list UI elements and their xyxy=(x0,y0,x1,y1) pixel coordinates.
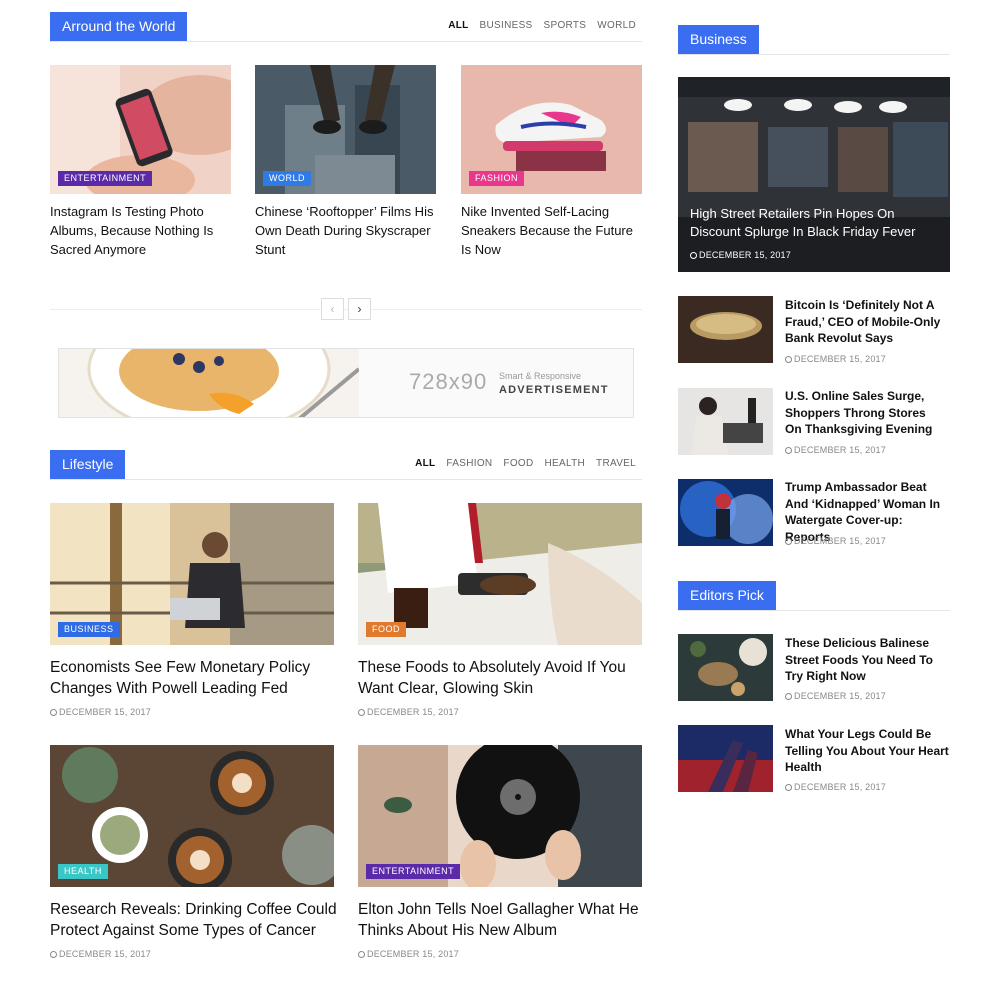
divider xyxy=(50,309,642,310)
article-title[interactable]: Nike Invented Self-Lacing Sneakers Becau… xyxy=(461,202,642,259)
pancake-photo xyxy=(59,349,359,417)
article-date: DECEMBER 15, 2017 xyxy=(358,949,459,959)
clock-icon xyxy=(358,951,365,958)
clock-icon xyxy=(785,693,792,700)
article-title[interactable]: Economists See Few Monetary Policy Chang… xyxy=(50,657,334,699)
category-badge[interactable]: BUSINESS xyxy=(58,622,120,637)
tab-all[interactable]: ALL xyxy=(448,20,468,31)
article-title[interactable]: These Foods to Absolutely Avoid If You W… xyxy=(358,657,648,699)
article-date: DECEMBER 15, 2017 xyxy=(785,691,886,701)
article-thumbnail[interactable]: BUSINESS xyxy=(50,503,334,645)
article-thumbnail[interactable]: HEALTH xyxy=(50,745,334,887)
section-title: Editors Pick xyxy=(678,581,776,610)
filter-tabs: ALL FASHION FOOD HEALTH TRAVEL xyxy=(415,458,636,469)
article-title[interactable]: Research Reveals: Drinking Coffee Could … xyxy=(50,899,340,941)
carousel-pager: ‹ › xyxy=(50,298,642,320)
tab-sports[interactable]: SPORTS xyxy=(544,20,587,31)
tab-travel[interactable]: TRAVEL xyxy=(596,458,636,469)
filter-tabs: ALL BUSINESS SPORTS WORLD xyxy=(448,20,636,31)
article-thumbnail[interactable] xyxy=(678,479,773,546)
article-title[interactable]: Chinese ‘Rooftopper’ Films His Own Death… xyxy=(255,202,436,259)
article-date: DECEMBER 15, 2017 xyxy=(785,354,886,364)
category-badge[interactable]: FOOD xyxy=(366,622,406,637)
ad-label: ADVERTISEMENT xyxy=(499,384,609,396)
legs-photo xyxy=(678,725,773,792)
section-header-lifestyle: Lifestyle ALL FASHION FOOD HEALTH TRAVEL xyxy=(50,450,642,480)
article-thumbnail[interactable]: ENTERTAINMENT xyxy=(358,745,642,887)
clock-icon xyxy=(50,709,57,716)
advertisement-banner[interactable]: 728x90 Smart & Responsive ADVERTISEMENT xyxy=(58,348,634,418)
section-header-around: Arround the World ALL BUSINESS SPORTS WO… xyxy=(50,12,642,42)
category-badge[interactable]: ENTERTAINMENT xyxy=(58,171,153,186)
section-title: Arround the World xyxy=(50,12,188,41)
article-title[interactable]: Bitcoin Is ‘Definitely Not A Fraud,’ CEO… xyxy=(785,297,945,347)
section-header-editors: Editors Pick xyxy=(678,581,950,611)
tab-business[interactable]: BUSINESS xyxy=(480,20,533,31)
section-header-business: Business xyxy=(678,25,950,55)
clock-icon xyxy=(50,951,57,958)
tab-fashion[interactable]: FASHION xyxy=(446,458,492,469)
shopper-photo xyxy=(678,388,773,455)
article-date: DECEMBER 15, 2017 xyxy=(690,250,791,260)
section-title: Business xyxy=(678,25,759,54)
clock-icon xyxy=(785,447,792,454)
article-date: DECEMBER 15, 2017 xyxy=(785,445,886,455)
category-badge[interactable]: WORLD xyxy=(263,171,311,186)
tab-world[interactable]: WORLD xyxy=(597,20,636,31)
category-badge[interactable]: HEALTH xyxy=(58,864,108,879)
clothing-store-photo xyxy=(678,77,950,272)
featured-article[interactable]: High Street Retailers Pin Hopes On Disco… xyxy=(678,77,950,272)
tab-food[interactable]: FOOD xyxy=(503,458,533,469)
article-title[interactable]: Elton John Tells Noel Gallagher What He … xyxy=(358,899,642,941)
bitcoin-photo xyxy=(678,296,773,363)
article-thumbnail[interactable]: WORLD xyxy=(255,65,436,194)
street-food-photo xyxy=(678,634,773,701)
next-button[interactable]: › xyxy=(348,298,371,320)
featured-title[interactable]: High Street Retailers Pin Hopes On Disco… xyxy=(690,205,940,241)
article-thumbnail[interactable] xyxy=(678,634,773,701)
clock-icon xyxy=(785,784,792,791)
article-thumbnail[interactable] xyxy=(678,388,773,455)
prev-button[interactable]: ‹ xyxy=(321,298,344,320)
article-date: DECEMBER 15, 2017 xyxy=(358,707,459,717)
clock-icon xyxy=(358,709,365,716)
category-badge[interactable]: ENTERTAINMENT xyxy=(366,864,461,879)
article-thumbnail[interactable]: FASHION xyxy=(461,65,642,194)
ad-size-label: 728x90 xyxy=(409,369,488,394)
section-title: Lifestyle xyxy=(50,450,126,479)
article-thumbnail[interactable]: ENTERTAINMENT xyxy=(50,65,231,194)
article-thumbnail[interactable] xyxy=(678,725,773,792)
article-thumbnail[interactable]: FOOD xyxy=(358,503,642,645)
article-title[interactable]: U.S. Online Sales Surge, Shoppers Throng… xyxy=(785,388,945,438)
tab-health[interactable]: HEALTH xyxy=(545,458,586,469)
article-title[interactable]: What Your Legs Could Be Telling You Abou… xyxy=(785,726,950,776)
ad-subtitle: Smart & Responsive xyxy=(499,371,582,381)
clock-icon xyxy=(785,538,792,545)
clock-icon xyxy=(785,356,792,363)
article-date: DECEMBER 15, 2017 xyxy=(785,782,886,792)
article-date: DECEMBER 15, 2017 xyxy=(50,949,151,959)
article-title[interactable]: Instagram Is Testing Photo Albums, Becau… xyxy=(50,202,231,259)
article-title[interactable]: These Delicious Balinese Street Foods Yo… xyxy=(785,635,950,685)
tab-all[interactable]: ALL xyxy=(415,458,435,469)
article-date: DECEMBER 15, 2017 xyxy=(785,536,886,546)
article-date: DECEMBER 15, 2017 xyxy=(50,707,151,717)
category-badge[interactable]: FASHION xyxy=(469,171,525,186)
clock-icon xyxy=(690,252,697,259)
article-thumbnail[interactable] xyxy=(678,296,773,363)
smoke-photo xyxy=(678,479,773,546)
